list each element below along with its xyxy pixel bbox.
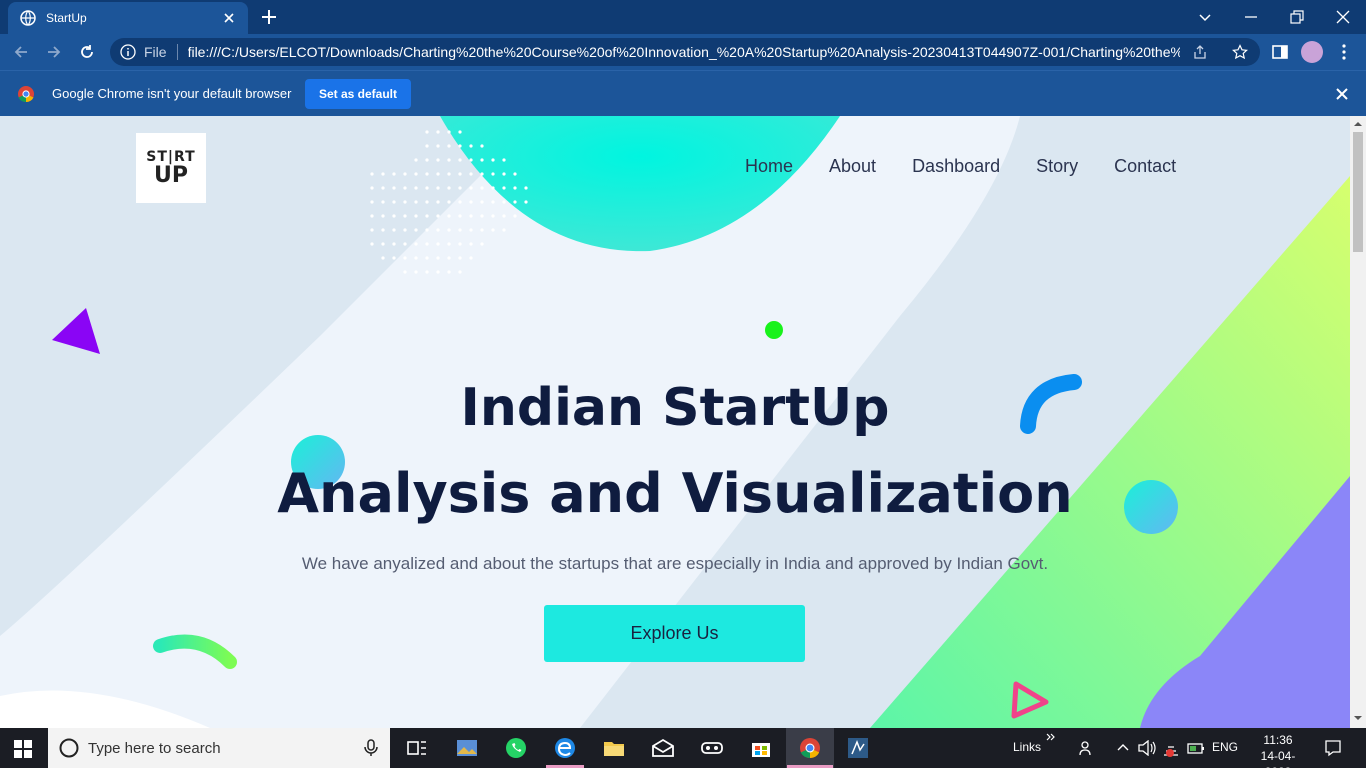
nav-about[interactable]: About [829,156,876,177]
close-tab-icon[interactable] [222,11,236,25]
hero-title-line2: Analysis and Visualization [277,462,1073,525]
links-toolbar-label[interactable]: Links [1013,740,1041,754]
address-toolbar: File file:///C:/Users/ELCOT/Downloads/Ch… [0,34,1366,70]
site-logo[interactable]: ST|RT UP [136,133,206,203]
clock-time: 11:36 [1263,733,1293,747]
share-icon[interactable] [1192,44,1208,60]
tab-title: StartUp [46,11,87,25]
store-icon[interactable] [749,736,773,760]
omnibox-divider [176,44,178,60]
photos-app-icon[interactable] [455,736,479,760]
browser-tab[interactable]: StartUp [8,2,248,34]
dot-pattern [370,130,528,274]
whatsapp-icon[interactable] [504,736,528,760]
file-explorer-icon[interactable] [602,736,626,760]
web-page: ST|RT UP Home About Dashboard Story Cont… [0,116,1350,728]
pink-triangle-outline-shape [1011,681,1049,719]
scrollbar-thumb[interactable] [1353,132,1363,252]
windows-start-icon[interactable] [14,740,32,758]
search-icon [59,738,79,758]
green-dot-shape [765,321,783,339]
reload-icon[interactable] [78,43,96,61]
mixed-reality-icon[interactable] [700,736,724,760]
default-browser-infobar: Google Chrome isn't your default browser… [0,70,1366,116]
microphone-icon[interactable] [364,739,378,757]
set-as-default-button[interactable]: Set as default [305,79,411,109]
links-expand-icon[interactable] [1046,732,1056,742]
mail-icon[interactable] [651,736,675,760]
system-clock[interactable]: 11:36 14-04-2023 [1248,732,1308,768]
show-hidden-icons-icon[interactable] [1116,741,1130,755]
purple-triangle-shape [52,308,100,354]
restore-icon[interactable] [1288,8,1306,26]
search-placeholder: Type here to search [88,739,221,757]
explore-us-button[interactable]: Explore Us [544,605,805,662]
hero-subtitle: We have anyalized and about the startups… [301,554,1049,573]
network-no-internet-icon[interactable] [1162,741,1180,757]
taskbar-search-box[interactable]: Type here to search [48,728,390,768]
language-indicator[interactable]: ENG [1212,740,1238,754]
minimize-icon[interactable] [1242,8,1260,26]
info-icon[interactable] [120,44,136,60]
infobar-message: Google Chrome isn't your default browser [52,86,292,101]
forward-arrow-icon[interactable] [45,43,63,61]
volume-icon[interactable] [1138,740,1156,756]
hero-title-line1: Indian StartUp [460,378,890,438]
address-bar[interactable]: File file:///C:/Users/ELCOT/Downloads/Ch… [110,38,1260,66]
side-panel-icon[interactable] [1271,43,1289,61]
chrome-logo-icon [18,86,34,103]
scroll-down-icon[interactable] [1354,714,1362,722]
task-view-icon[interactable] [405,736,429,760]
more-menu-icon[interactable] [1335,43,1353,61]
snipping-tool-icon[interactable] [846,736,870,760]
nav-home[interactable]: Home [745,156,793,177]
url-text[interactable]: file:///C:/Users/ELCOT/Downloads/Chartin… [188,44,1180,60]
profile-avatar[interactable] [1301,41,1323,63]
browser-titlebar: StartUp [0,0,1366,34]
close-infobar-icon[interactable] [1334,86,1350,102]
page-scrollbar[interactable] [1350,116,1366,728]
scroll-up-icon[interactable] [1354,120,1362,128]
windows-taskbar: Type here to search Links ENG 11:36 14-0… [0,728,1366,768]
green-arc-shape [153,634,237,669]
clock-date: 14-04-2023 [1260,749,1296,768]
nav-contact[interactable]: Contact [1114,156,1176,177]
nav-story[interactable]: Story [1036,156,1078,177]
main-nav: Home About Dashboard Story Contact [745,156,1176,177]
battery-icon[interactable] [1187,741,1205,755]
bookmark-star-icon[interactable] [1232,44,1248,60]
globe-icon [20,10,36,26]
file-scheme-label: File [144,44,167,60]
chrome-taskbar-icon[interactable] [798,736,822,760]
close-window-icon[interactable] [1334,8,1352,26]
back-arrow-icon[interactable] [12,43,30,61]
notification-center-icon[interactable] [1324,739,1342,757]
nav-dashboard[interactable]: Dashboard [912,156,1000,177]
new-tab-icon[interactable] [260,8,278,26]
tab-search-chevron-icon[interactable] [1196,8,1214,26]
edge-browser-icon[interactable] [553,736,577,760]
logo-text-bottom: UP [154,163,188,188]
people-icon[interactable] [1078,739,1096,757]
